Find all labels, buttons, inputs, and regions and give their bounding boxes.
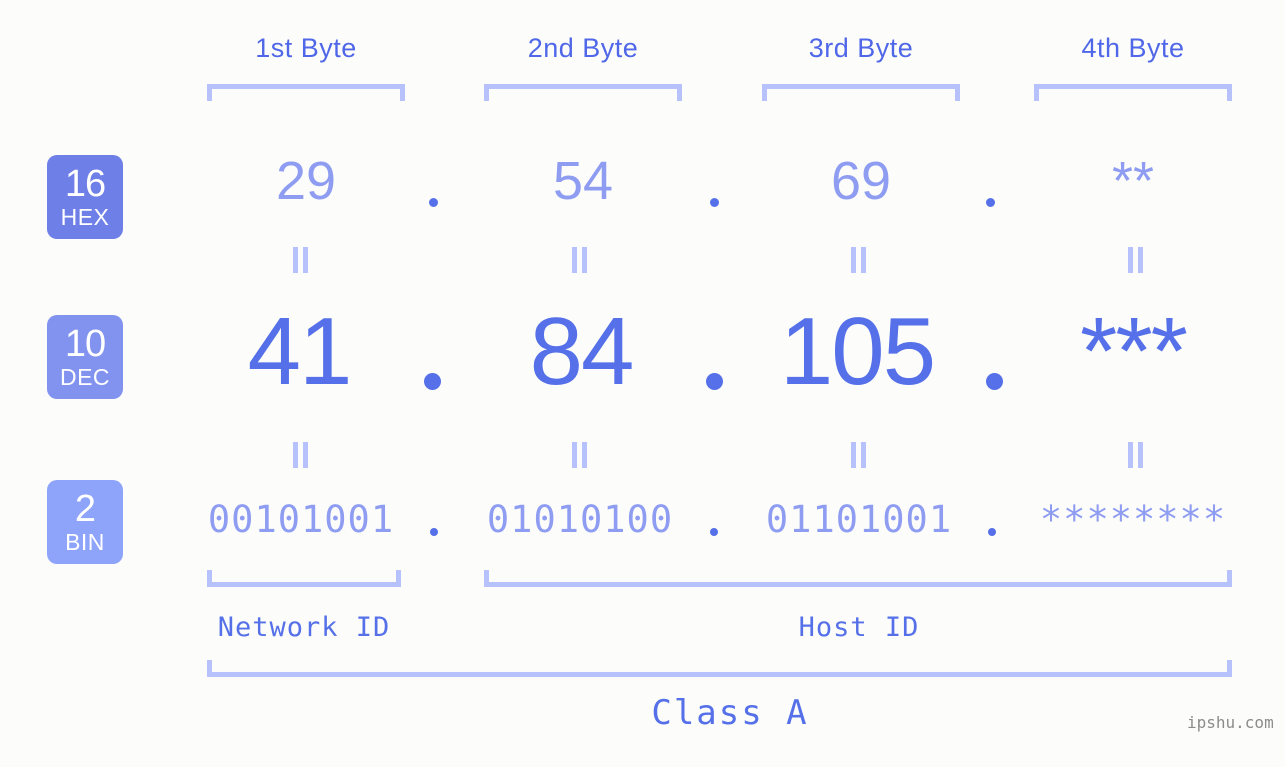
equals-mark-hex-dec-3: [850, 247, 868, 273]
bin-separator-3: [988, 528, 996, 536]
hex-byte-1: 29: [275, 151, 337, 211]
bin-byte-1: 00101001: [207, 498, 395, 541]
byte-bracket-2: [484, 84, 682, 101]
hex-byte-3: 69: [830, 151, 892, 211]
dec-byte-1: 41: [247, 298, 353, 405]
dec-separator-2: [706, 373, 723, 390]
equals-mark-dec-bin-1: [292, 442, 310, 468]
hex-byte-2: 54: [552, 151, 614, 211]
byte-header-4: 4th Byte: [1081, 33, 1185, 63]
byte-header-1: 1st Byte: [255, 33, 357, 63]
dec-separator-1: [424, 373, 441, 390]
hex-separator-3: [986, 198, 995, 207]
ip-address-breakdown-diagram: 1st Byte 2nd Byte 3rd Byte 4th Byte 16 H…: [0, 0, 1285, 767]
host-id-bracket: [484, 570, 1232, 587]
bin-byte-4: ********: [1039, 498, 1227, 541]
network-id-bracket: [207, 570, 401, 587]
base-badge-bin-number: 2: [74, 488, 96, 530]
base-badge-hex-name: HEX: [60, 204, 110, 230]
dec-byte-2: 84: [529, 298, 635, 405]
bin-separator-2: [710, 528, 718, 536]
base-badge-bin[interactable]: 2 BIN: [47, 480, 123, 564]
dec-byte-3: 105: [779, 298, 936, 405]
class-bracket: [207, 660, 1232, 677]
dec-separator-3: [986, 373, 1003, 390]
hex-separator-2: [710, 198, 719, 207]
byte-bracket-1: [207, 84, 405, 101]
base-badge-hex[interactable]: 16 HEX: [47, 155, 123, 239]
base-badge-dec-name: DEC: [59, 364, 111, 390]
equals-mark-dec-bin-2: [571, 442, 589, 468]
class-label: Class A: [651, 693, 809, 733]
bin-byte-3: 01101001: [765, 498, 953, 541]
byte-header-2: 2nd Byte: [527, 33, 639, 63]
equals-mark-dec-bin-4: [1127, 442, 1145, 468]
base-badge-bin-name: BIN: [65, 529, 105, 555]
base-badge-dec-number: 10: [64, 323, 106, 365]
base-badge-dec[interactable]: 10 DEC: [47, 315, 123, 399]
dec-byte-4: ***: [1079, 298, 1188, 405]
host-id-label: Host ID: [798, 612, 920, 643]
bin-separator-1: [430, 528, 438, 536]
equals-mark-dec-bin-3: [850, 442, 868, 468]
byte-bracket-4: [1034, 84, 1232, 101]
network-id-label: Network ID: [217, 612, 391, 643]
hex-byte-4: **: [1111, 151, 1155, 211]
byte-bracket-3: [762, 84, 960, 101]
equals-mark-hex-dec-1: [292, 247, 310, 273]
equals-mark-hex-dec-4: [1127, 247, 1145, 273]
base-badge-hex-number: 16: [64, 163, 106, 205]
equals-mark-hex-dec-2: [571, 247, 589, 273]
byte-header-3: 3rd Byte: [808, 33, 914, 63]
bin-byte-2: 01010100: [486, 498, 674, 541]
hex-separator-1: [429, 198, 438, 207]
watermark: ipshu.com: [1187, 713, 1274, 732]
